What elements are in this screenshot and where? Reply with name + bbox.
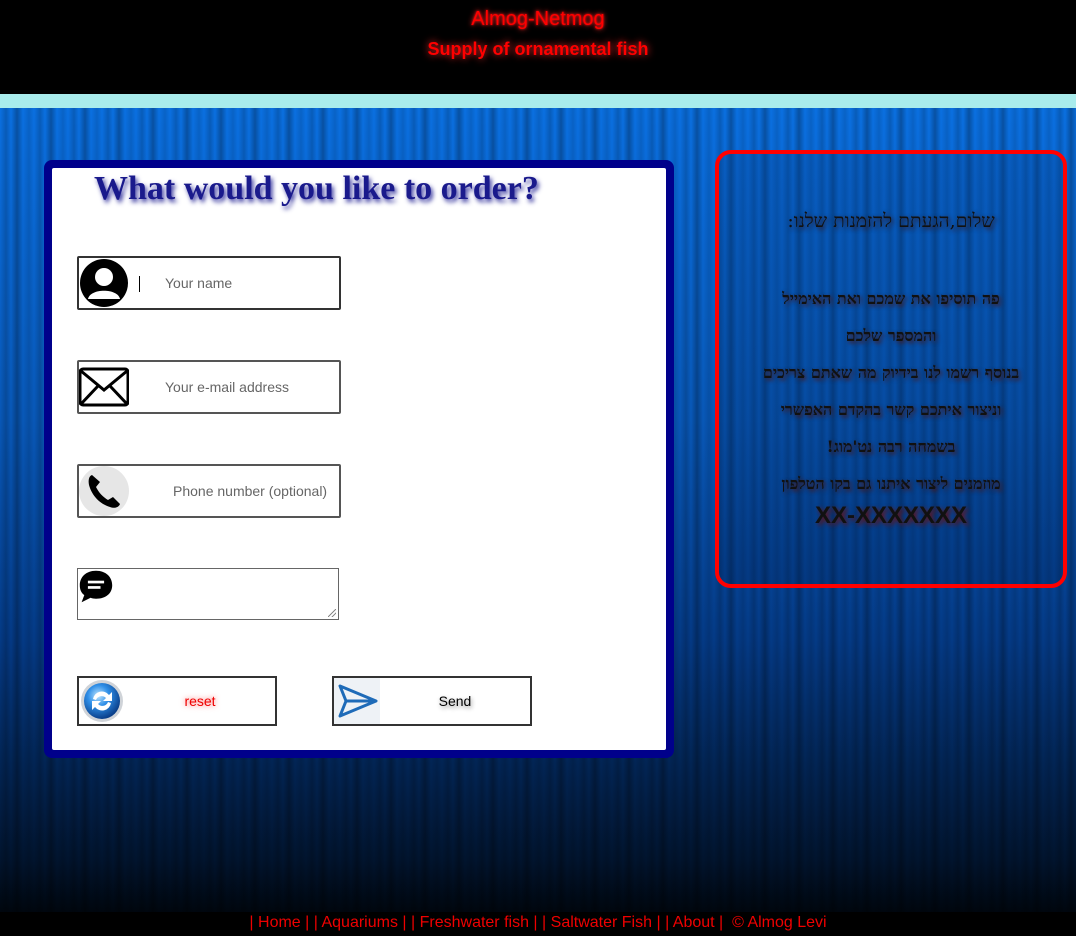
info-text: פה תוסיפו את שמכם ואת האימייל והמספר שלכ…	[723, 284, 1059, 506]
footer-link-saltwater-fish[interactable]: Saltwater Fish	[551, 914, 652, 931]
header-divider-strip	[0, 94, 1076, 108]
info-line: בשמחה רבה נט'מוג!	[826, 437, 956, 456]
refresh-icon	[81, 680, 123, 722]
phone-icon	[79, 466, 129, 516]
footer-link-aquariums[interactable]: Aquariums	[321, 914, 397, 931]
phone-input[interactable]	[171, 475, 345, 507]
email-field	[77, 360, 363, 414]
reset-button[interactable]: reset	[77, 676, 277, 726]
info-line: בנוסף רשמו לנו בידיוק מה שאתם צריכים	[762, 363, 1020, 382]
info-line: מוזמנים ליצור איתנו גם בקו הטלפון	[781, 474, 1001, 493]
envelope-icon	[79, 367, 129, 407]
site-footer: | Home | | Aquariums | | Freshwater fish…	[0, 912, 1076, 936]
reset-button-label: reset	[184, 693, 216, 709]
info-line: פה תוסיפו את שמכם ואת האימייל	[782, 289, 1000, 308]
form-title: What would you like to order?	[94, 170, 539, 207]
message-textarea[interactable]	[116, 571, 336, 617]
site-header: Almog-Netmog Supply of ornamental fish	[0, 0, 1076, 94]
phone-number: XX-XXXXXXX	[814, 502, 968, 529]
site-tagline: Supply of ornamental fish	[427, 39, 649, 59]
info-line: והמספר שלכם	[845, 326, 937, 345]
send-button[interactable]: Send	[332, 676, 532, 726]
info-line: וניצור איתכם קשר בהקדם האפשרי	[780, 400, 1002, 419]
footer-copyright: © Almog Levi	[732, 914, 827, 931]
order-form-panel: What would you like to order? Your name …	[44, 160, 674, 758]
user-avatar-icon	[80, 259, 128, 307]
footer-link-about[interactable]: About	[673, 914, 715, 931]
footer-link-home[interactable]: Home	[258, 914, 301, 931]
message-field	[77, 568, 339, 620]
textarea-resize-handle[interactable]	[328, 609, 336, 617]
order-form: What would you like to order? Your name …	[52, 168, 666, 750]
chat-bubble-icon	[79, 570, 113, 603]
site-brand: Almog-Netmog	[471, 8, 605, 30]
phone-field	[77, 464, 345, 518]
info-greeting: שלום,הגעתם להזמנות שלנו:	[787, 210, 995, 232]
name-field	[77, 256, 363, 310]
name-input[interactable]	[163, 267, 363, 299]
send-button-label: Send	[438, 693, 472, 709]
send-icon	[334, 678, 380, 724]
email-input[interactable]	[163, 371, 363, 403]
footer-link-freshwater-fish[interactable]: Freshwater fish	[420, 914, 529, 931]
info-panel: שלום,הגעתם להזמנות שלנו: פה תוסיפו את שמ…	[715, 150, 1067, 588]
text-cursor	[139, 276, 140, 292]
